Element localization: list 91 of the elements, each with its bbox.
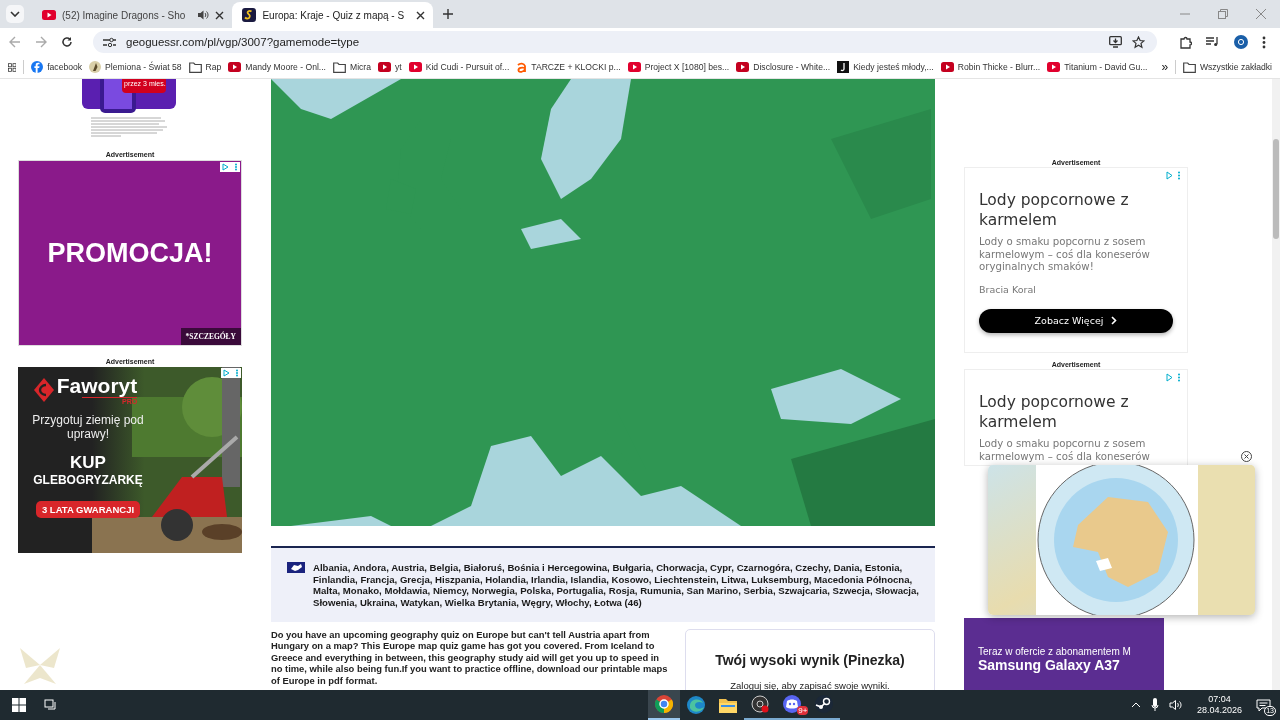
new-tab-icon[interactable] <box>443 9 454 19</box>
install-app-icon[interactable] <box>1109 36 1122 48</box>
steam-icon <box>815 695 834 713</box>
browser-icon <box>655 695 674 713</box>
address-bar[interactable]: geoguessr.com/pl/vgp/3007?gamemode=type <box>93 31 1157 53</box>
media-queue-icon[interactable] <box>1206 36 1220 48</box>
video-site-icon <box>42 10 56 20</box>
notification-badge: 9+ <box>797 706 809 715</box>
bookmark[interactable]: Disclosure - White... <box>736 62 831 72</box>
site-settings-icon[interactable] <box>103 36 116 48</box>
tab-title: Europa: Kraje - Quiz z mapą - S <box>262 9 405 21</box>
url-text: geoguessr.com/pl/vgp/3007?gamemode=type <box>126 36 360 48</box>
advertiser-name: Bracia Koral <box>979 283 1037 295</box>
video-site-icon <box>736 62 750 72</box>
browser-icon <box>687 696 706 714</box>
bookmark[interactable]: Micra <box>333 61 371 73</box>
video-site-icon <box>378 62 391 72</box>
puzzle-icon[interactable] <box>1179 35 1192 49</box>
bookmark[interactable]: Kid Cudi - Pursuit of... <box>408 62 510 72</box>
facebook-icon <box>31 61 44 73</box>
reload-icon[interactable] <box>61 36 73 48</box>
ad-card[interactable]: Lody popcornowe z karmelem Lody o smaku popcornu z sosem karmelowym – coś dla koneserów oryginalnych smaków! Bracia Koral Zobacz Więcej <box>964 167 1188 353</box>
folder-icon <box>188 61 202 73</box>
clock-time[interactable]: 07:04 <box>1208 694 1231 705</box>
ad-description: Lody o smaku popcornu z sosem karmelowym – coś dla koneserów <box>979 438 1151 463</box>
video-site-icon <box>228 62 242 72</box>
ad-tagline: Przygotuj ziemię pod uprawy! <box>31 413 145 441</box>
bookmark[interactable]: facebook <box>31 61 83 73</box>
video-site-icon <box>1047 62 1061 72</box>
tab-title: (52) Imagine Dragons - Sho <box>62 9 186 21</box>
chevron-down-icon <box>10 11 20 17</box>
bookmark[interactable]: Plemiona - Świat 58 <box>89 61 182 73</box>
more-icon[interactable] <box>1262 35 1266 49</box>
taskbar-app[interactable]: 9+ <box>776 690 809 720</box>
star-icon[interactable] <box>1132 35 1145 49</box>
scrollbar[interactable] <box>1272 79 1280 690</box>
ad-description: Lody o smaku popcornu z sosem karmelowym – coś dla koneserów oryginalnych smaków! <box>979 236 1151 274</box>
bookmark[interactable]: Project X [1080] bes... <box>627 62 730 72</box>
ad-headline: Samsung Galaxy A37 <box>978 657 1121 673</box>
restore-icon[interactable] <box>1218 9 1228 19</box>
map-flag-icon <box>287 562 305 573</box>
ad-title: Lody popcornowe z karmelem <box>979 392 1130 432</box>
quiz-description: Do you have an upcoming geography quiz on Europe but can't tell Austria apart from Hungary on a map? This Europe map quiz game has got you covered. From Iceland to Greece and everything in between, this geography study aid will get you up to speed in no time, while also being fun.If you want to practice offline, download our printable maps of Europe in pdf format. <box>271 629 669 688</box>
bookmark[interactable]: Mandy Moore - Onl... <box>228 62 326 72</box>
card-title: Twój wysoki wynik (Pinezka) <box>715 652 905 668</box>
bookmark[interactable]: Kiedy jesteś młody,... <box>837 61 934 73</box>
bookmark[interactable]: Rap <box>188 61 222 73</box>
brand-name: Faworyt <box>56 375 138 397</box>
ad-headline: PROMOCJA! <box>47 237 213 269</box>
see-more-button[interactable]: Zobacz Więcej <box>979 308 1173 333</box>
more-bookmarks-button[interactable]: » <box>1161 60 1169 74</box>
task-view-icon[interactable] <box>44 699 58 711</box>
tab-search-button[interactable] <box>6 5 24 23</box>
close-icon[interactable] <box>1241 451 1252 462</box>
speaker-icon[interactable] <box>1168 699 1183 711</box>
ad-title: Lody popcornowe z karmelem <box>979 190 1130 230</box>
site-icon <box>89 61 102 73</box>
chevron-up-icon[interactable] <box>1130 702 1141 708</box>
browser-tab[interactable]: (52) Imagine Dragons - Sho <box>32 2 233 28</box>
phone-ad[interactable]: Teraz w ofercie z abonamentem M Samsung Galaxy A37 <box>964 618 1164 690</box>
folder-icon <box>333 61 346 73</box>
video-site-icon <box>940 62 954 72</box>
windows-start-icon[interactable] <box>12 698 26 712</box>
bookmark[interactable]: Robin Thicke - Blurr... <box>940 62 1041 72</box>
bookmark[interactable]: TARCZE + KLOCKI p... <box>516 61 621 73</box>
taskbar-app[interactable] <box>648 690 681 720</box>
microphone-icon[interactable] <box>1150 698 1159 712</box>
site-logo-icon <box>242 8 257 22</box>
ad-headline: KUP <box>70 453 106 473</box>
shop-icon <box>516 61 528 73</box>
bookmark[interactable]: Titanium - David Gu... <box>1047 62 1148 72</box>
close-icon[interactable] <box>215 10 225 20</box>
folder-icon <box>719 697 738 713</box>
speaker-icon[interactable] <box>197 9 210 21</box>
chevron-right-icon <box>1111 316 1118 325</box>
ad-tagline: Teraz w ofercie z abonamentem M <box>978 646 1132 657</box>
ad-headline: GLEBOGRYZARKĘ <box>33 473 143 487</box>
recorder-icon <box>751 695 770 713</box>
video-site-icon <box>627 62 641 72</box>
profile-avatar-icon[interactable] <box>1234 35 1248 49</box>
document-icon <box>837 61 850 73</box>
all-bookmarks-folder[interactable]: Wszystkie zakładki <box>1182 61 1272 73</box>
country-list: Albania, Andora, Austria, Belgia, Białoruś, Bośnia i Hercegowina, Bułgaria, Chorwacja, Cypr, Czarnogóra, Czechy, Dania, Estonia, Finlandia, Francja, Grecja, Hiszpania, Holandia, Irlandia, Islandia, Kosowo, Liechtenstein, Litwa, Luksemburg, Macedonia Północna, Malta, Monako, Mołdawia, Niemcy, Norwegia, Polska, Portugalia, Rosja, Rumunia, San Marino, Serbia, Szwajcaria, Szwecja, Słowacja, Słowenia, Ukraina, Watykan, Wielka Brytania, Węgry, Włochy, Łotwa (46) <box>313 562 923 608</box>
close-icon[interactable] <box>416 10 426 20</box>
video-site-icon <box>408 62 422 72</box>
bookmark[interactable]: yt <box>378 62 402 72</box>
folder-icon <box>1182 61 1196 73</box>
clock-date[interactable]: 28.04.2026 <box>1196 705 1242 716</box>
warranty-badge: 3 LATA GWARANCJI <box>35 501 141 518</box>
browser-tab[interactable]: Europa: Kraje - Quiz z mapą - S <box>232 2 434 28</box>
apps-grid-icon[interactable] <box>8 61 17 73</box>
